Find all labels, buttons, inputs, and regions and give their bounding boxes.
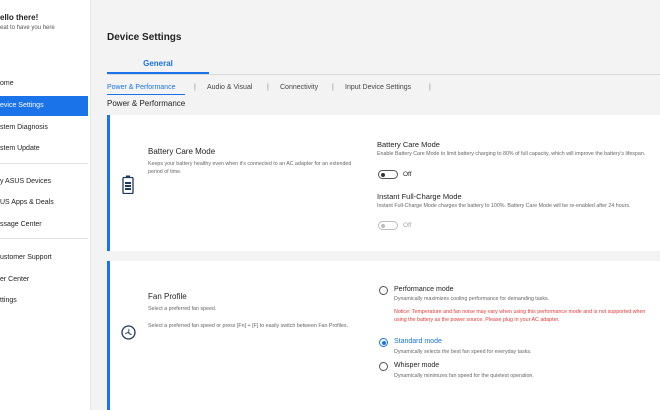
battery-care-title: Battery Care Mode: [148, 147, 216, 156]
instant-full-charge-toggle[interactable]: [378, 221, 398, 230]
fan-profile-card: Fan Profile Select a preferred fan speed…: [107, 261, 660, 410]
sidebar-item-label: US Apps & Deals: [0, 199, 54, 206]
tab-general[interactable]: General: [107, 59, 209, 68]
radio-dot: [381, 340, 386, 345]
subtab-active-indicator: [107, 94, 185, 95]
sidebar-item-device-settings[interactable]: evice Settings: [0, 96, 88, 116]
sidebar-item-label: ttings: [0, 297, 17, 304]
battery-care-card: Battery Care Mode Keeps your battery hea…: [107, 115, 660, 251]
standard-mode-description: Dynamically selects the best fan speed f…: [394, 349, 532, 355]
sidebar: ello there! eat to have you here ome evi…: [0, 0, 91, 410]
whisper-mode-label[interactable]: Whisper mode: [394, 362, 439, 369]
tabs-divider: [107, 74, 660, 75]
performance-mode-radio[interactable]: [379, 286, 388, 295]
fan-profile-description: Select a preferred fan speed or press [F…: [148, 323, 349, 329]
fan-profile-subtitle: Select a preferred fan speed.: [148, 306, 217, 312]
subtab-power-performance[interactable]: Power & Performance: [107, 84, 175, 91]
sidebar-divider: [0, 163, 88, 164]
sidebar-item-system-diagnosis[interactable]: stem Diagnosis: [0, 118, 88, 138]
sidebar-item-label: er Center: [0, 276, 30, 283]
battery-care-mode-description: Enable Battery Care Mode to limit batter…: [377, 151, 646, 157]
sidebar-item-label: stem Update: [0, 145, 40, 152]
fan-profile-title: Fan Profile: [148, 292, 187, 301]
subtab-audio-visual[interactable]: Audio & Visual: [207, 84, 252, 91]
sidebar-item-label: ome: [0, 80, 14, 87]
subtab-input-device-settings[interactable]: Input Device Settings: [345, 84, 411, 91]
battery-care-mode-title: Battery Care Mode: [377, 140, 440, 149]
subtab-separator: |: [429, 84, 431, 91]
section-title: Power & Performance: [107, 99, 186, 108]
instant-full-charge-title: Instant Full-Charge Mode: [377, 192, 462, 201]
page-title: Device Settings: [107, 32, 182, 43]
sidebar-item-label: stem Diagnosis: [0, 124, 48, 131]
sidebar-item-label: ssage Center: [0, 221, 42, 228]
whisper-mode-radio[interactable]: [379, 362, 388, 371]
battery-care-description: Keeps your battery healthy even when it'…: [148, 161, 352, 175]
subtab-separator: |: [267, 84, 269, 91]
performance-mode-label[interactable]: Performance mode: [394, 286, 454, 293]
sidebar-item-message-center[interactable]: ssage Center: [0, 215, 88, 235]
whisper-mode-description: Dynamically minimizes fan speed for the …: [394, 373, 534, 379]
performance-mode-notice: Notice: Temperature and fan noise may va…: [394, 309, 646, 323]
main-content: Device Settings General Power & Performa…: [91, 0, 660, 410]
fan-icon: [121, 325, 136, 345]
greeting-subtitle: eat to have you here: [0, 25, 55, 31]
sidebar-item-asus-apps-deals[interactable]: US Apps & Deals: [0, 193, 88, 213]
sidebar-item-user-center[interactable]: er Center: [0, 270, 88, 290]
sidebar-divider: [0, 238, 88, 239]
sidebar-item-system-update[interactable]: stem Update: [0, 139, 88, 159]
performance-mode-description: Dynamically maximizes cooling performanc…: [394, 296, 550, 302]
toggle-knob: [381, 223, 385, 228]
sidebar-item-customer-support[interactable]: ustomer Support: [0, 248, 88, 268]
sidebar-item-label: y ASUS Devices: [0, 178, 51, 185]
subtab-separator: |: [194, 84, 196, 91]
instant-full-charge-description: Instant Full-Charge Mode charges the bat…: [377, 203, 631, 209]
greeting: ello there!: [0, 13, 39, 22]
sidebar-item-my-asus-devices[interactable]: y ASUS Devices: [0, 172, 88, 192]
standard-mode-radio[interactable]: [379, 338, 388, 347]
standard-mode-label[interactable]: Standard mode: [394, 338, 442, 345]
battery-care-mode-toggle-label: Off: [403, 171, 412, 178]
subtab-connectivity[interactable]: Connectivity: [280, 84, 318, 91]
battery-icon: [122, 175, 134, 199]
toggle-knob: [381, 172, 385, 177]
sidebar-item-label: ustomer Support: [0, 254, 52, 261]
sidebar-item-label: evice Settings: [0, 102, 44, 109]
subtab-separator: |: [332, 84, 334, 91]
battery-care-mode-toggle[interactable]: [378, 170, 398, 179]
instant-full-charge-toggle-label: Off: [403, 222, 412, 229]
sidebar-item-settings[interactable]: ttings: [0, 291, 88, 311]
sidebar-item-home[interactable]: ome: [0, 74, 88, 94]
